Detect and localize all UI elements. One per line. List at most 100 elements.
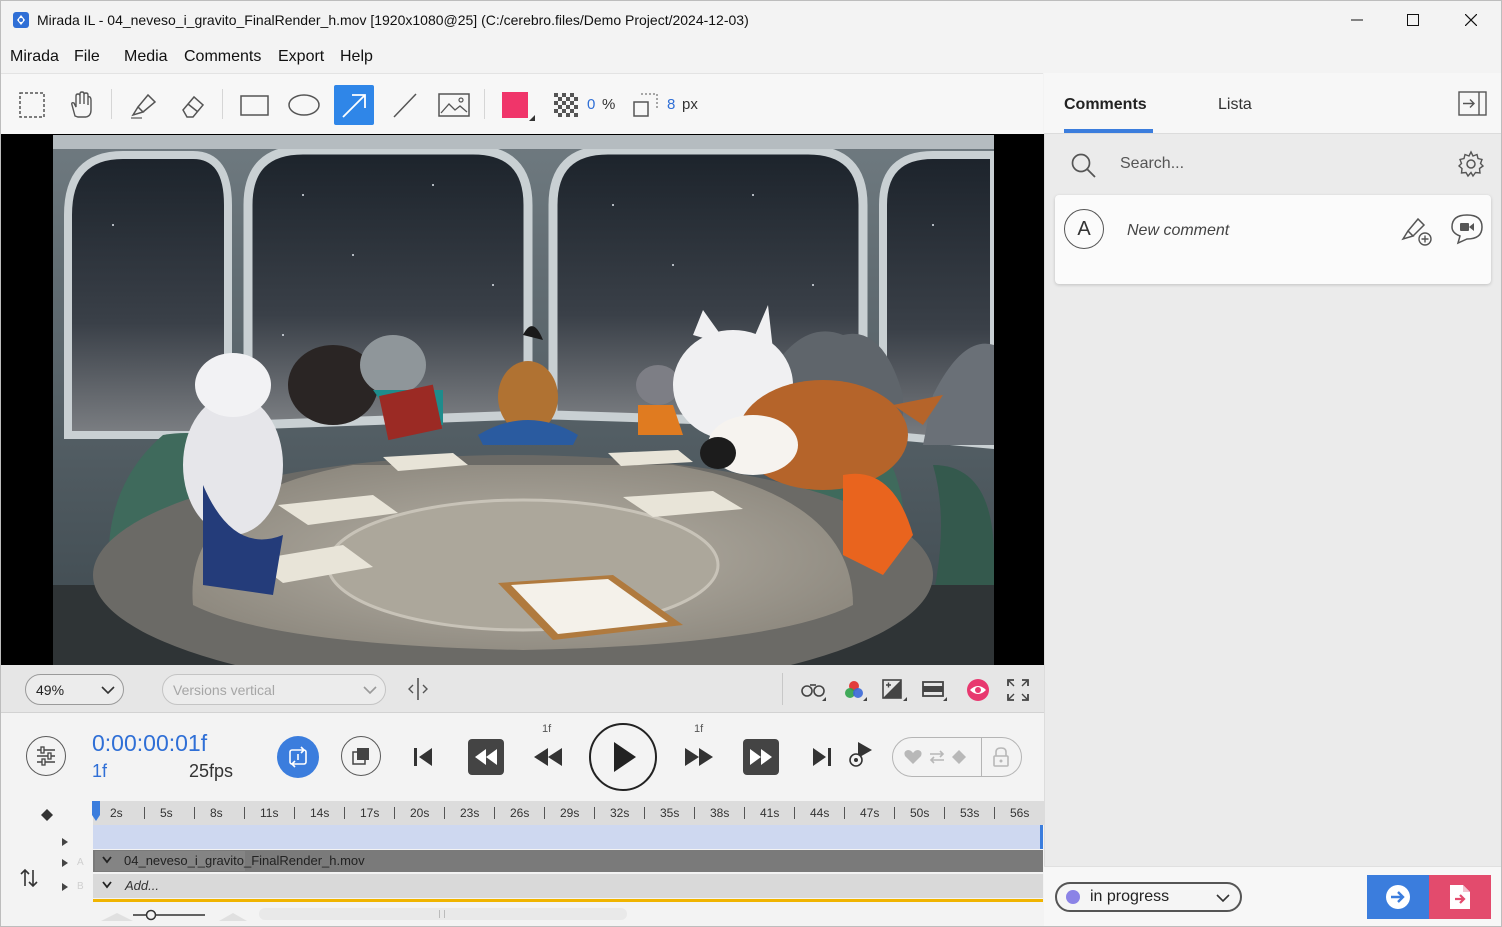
add-keyframe-button[interactable] (903, 748, 923, 766)
eye-icon (967, 679, 989, 701)
chevron-down-icon[interactable] (101, 855, 113, 865)
go-to-end-button[interactable] (810, 745, 834, 769)
video-viewer[interactable] (1, 134, 1044, 665)
expand-arrow-icon[interactable] (61, 837, 69, 847)
next-keyframe-button[interactable] (743, 739, 779, 775)
comment-settings-button[interactable] (1457, 150, 1485, 178)
zoom-value: 49% (36, 681, 65, 698)
go-to-start-button[interactable] (411, 745, 435, 769)
color-channels-button[interactable] (841, 677, 867, 703)
display-mode-button[interactable] (921, 677, 947, 703)
menu-comments[interactable]: Comments (184, 48, 261, 66)
maximize-button[interactable] (1384, 1, 1442, 39)
status-select[interactable]: in progress (1055, 882, 1242, 912)
compare-button[interactable] (800, 677, 826, 703)
add-media-placeholder[interactable]: Add... (125, 878, 159, 893)
add-drawing-button[interactable] (1399, 213, 1435, 247)
timeline-scrollbar[interactable] (259, 908, 627, 920)
search-input[interactable]: Search... (1120, 155, 1184, 173)
frame-overlay-button[interactable] (341, 736, 381, 776)
ruler-tick-line (594, 807, 595, 819)
timeline-zoom-slider[interactable] (101, 909, 251, 923)
previous-keyframe-button[interactable] (468, 739, 504, 775)
track-a-letter: A (77, 857, 84, 868)
play-icon (614, 742, 636, 772)
current-frame[interactable]: 1f (92, 761, 107, 782)
brush-tool-button[interactable] (123, 85, 163, 125)
rectangle-icon (240, 95, 269, 116)
chevron-down-icon (363, 686, 377, 695)
fast-forward-icon (750, 749, 772, 765)
swap-tracks-button[interactable] (18, 866, 40, 890)
menu-mirada[interactable]: Mirada (10, 48, 59, 66)
file-export-icon (1450, 885, 1470, 909)
rgb-channels-icon (845, 681, 867, 701)
collapse-panel-button[interactable] (1458, 90, 1488, 118)
color-swatch-button[interactable] (502, 92, 535, 121)
overlay-visibility-button[interactable] (965, 677, 991, 703)
step-forward-icon (685, 748, 713, 766)
line-tool-button[interactable] (385, 85, 425, 125)
close-button[interactable] (1442, 1, 1500, 39)
versions-mode-value: Versions vertical (173, 681, 275, 698)
export-report-button[interactable] (1429, 875, 1491, 919)
expand-arrow-icon[interactable] (61, 882, 69, 892)
pan-tool-button[interactable] (61, 85, 101, 125)
play-button[interactable] (589, 723, 657, 791)
menu-file[interactable]: File (74, 48, 100, 66)
timecode-display[interactable]: 0:00:00:01f (92, 730, 207, 757)
ruler-tick-label: 26s (510, 806, 530, 820)
ruler-tick-label: 50s (910, 806, 930, 820)
send-button[interactable] (1367, 875, 1429, 919)
split-view-button[interactable] (406, 676, 430, 702)
opacity-value[interactable]: 0 (587, 96, 595, 113)
rectangle-tool-button[interactable] (234, 85, 274, 125)
eraser-tool-button[interactable] (172, 85, 212, 125)
new-comment-input[interactable]: New comment (1127, 222, 1229, 240)
stroke-size-button[interactable] (633, 92, 659, 118)
keyframes-track-button[interactable] (40, 808, 54, 822)
fullscreen-button[interactable] (1005, 677, 1031, 703)
zoom-select[interactable]: 49% (25, 674, 124, 705)
search-button[interactable] (1069, 151, 1097, 179)
diamond-icon (952, 750, 966, 764)
record-video-comment-button[interactable] (1450, 213, 1484, 245)
ellipse-tool-button[interactable] (284, 85, 324, 125)
brush-icon (131, 93, 157, 119)
ruler-tick-label: 20s (410, 806, 430, 820)
menu-media[interactable]: Media (124, 48, 168, 66)
color-swatch (502, 92, 528, 118)
playback-settings-button[interactable] (846, 740, 874, 772)
track-b-empty[interactable] (93, 874, 1043, 898)
checker-opacity-icon (554, 93, 578, 117)
loop-button[interactable] (277, 736, 319, 778)
playback-range-track[interactable] (93, 825, 1043, 849)
menu-help[interactable]: Help (340, 48, 373, 66)
step-back-icon (534, 748, 562, 766)
arrow-tool-button[interactable] (334, 85, 374, 125)
tab-lista[interactable]: Lista (1218, 96, 1252, 114)
ruler-tick-label: 8s (210, 806, 223, 820)
hand-icon (71, 91, 92, 118)
send-arrow-icon (1386, 885, 1410, 909)
step-back-button[interactable] (532, 745, 564, 769)
chevron-down-icon[interactable] (101, 880, 113, 890)
stroke-size-value[interactable]: 8 (667, 96, 675, 113)
brush-add-icon (1401, 217, 1432, 246)
swap-keyframe-button[interactable] (927, 748, 947, 766)
versions-mode-select[interactable]: Versions vertical (162, 674, 386, 705)
playhead-marker[interactable] (92, 801, 100, 823)
minimize-button[interactable] (1328, 1, 1386, 39)
exposure-button[interactable] (881, 677, 907, 703)
timeline-settings-button[interactable] (26, 736, 66, 776)
toolbar-separator (222, 89, 223, 119)
image-tool-button[interactable] (434, 85, 474, 125)
expand-arrow-icon[interactable] (61, 858, 69, 868)
step-forward-button[interactable] (683, 745, 715, 769)
select-tool-button[interactable] (12, 85, 52, 125)
opacity-button[interactable] (553, 92, 579, 118)
lock-keyframes-button[interactable] (991, 746, 1011, 768)
diamond-keyframe-button[interactable] (949, 748, 969, 766)
tab-comments[interactable]: Comments (1064, 96, 1147, 114)
menu-export[interactable]: Export (278, 48, 324, 66)
